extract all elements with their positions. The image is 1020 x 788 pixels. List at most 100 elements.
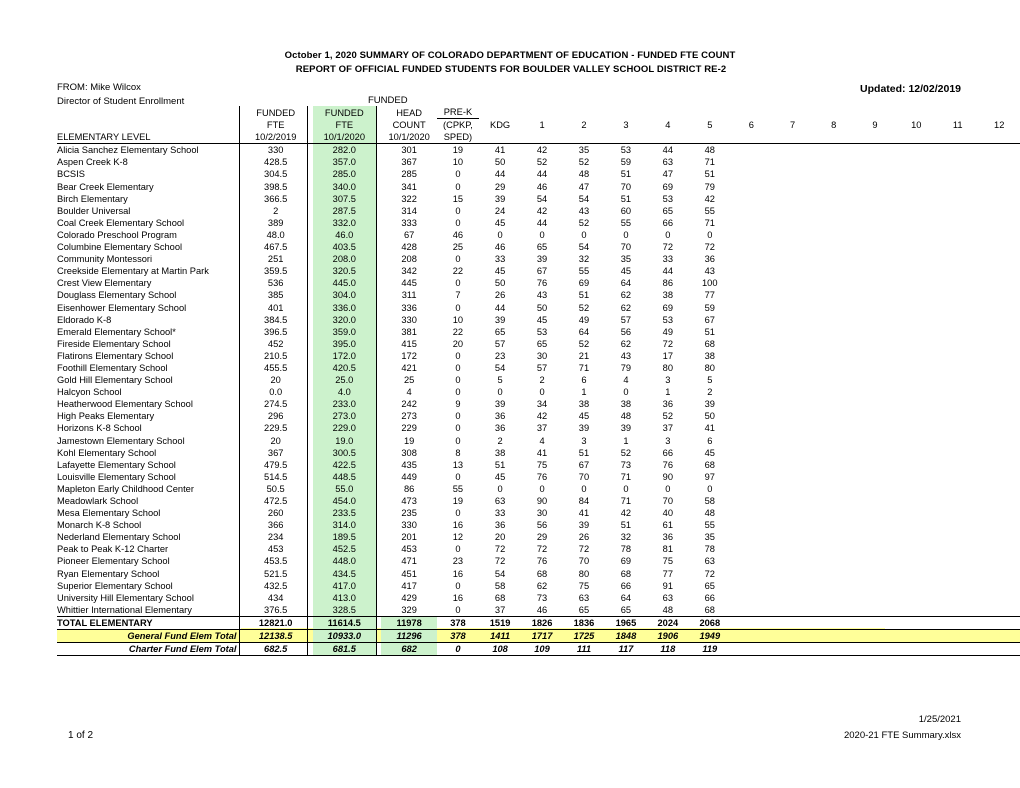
table-row: Bear Creek Elementary 398.5 340.0 341 0 29 46 4… xyxy=(57,180,1020,193)
pre-k: 9 xyxy=(455,399,461,410)
grade-3: 71 xyxy=(620,471,632,482)
grade-2: 32 xyxy=(578,254,590,265)
total-grade-11 xyxy=(937,642,979,657)
grade-5: 55 xyxy=(704,205,715,216)
total-grade-3: 117 xyxy=(604,642,647,657)
grade-11 xyxy=(937,362,978,374)
fte-2020: 19.0 xyxy=(312,434,376,447)
fte-2020: 282.0 xyxy=(312,143,376,157)
school-name: Coal Creek Elementary School xyxy=(57,217,185,228)
head-count: 235 xyxy=(401,508,417,519)
total-row: Charter Fund Elem Total 682.5 681.5 682 0 108… xyxy=(57,642,1020,657)
grade-6 xyxy=(731,447,772,459)
grade-11 xyxy=(937,471,978,483)
grade-12 xyxy=(978,568,1020,580)
table-row: Fireside Elementary School 452 395.0 415 20 5… xyxy=(57,337,1020,350)
grade-11 xyxy=(937,144,978,157)
grade-1: 76 xyxy=(536,278,548,289)
grade-2: 65 xyxy=(578,604,590,615)
grade-0: 50 xyxy=(494,278,506,289)
total-pre-k: 0 xyxy=(436,642,480,657)
grade-3: 70 xyxy=(620,242,632,253)
grade-6 xyxy=(731,168,772,180)
grade-6 xyxy=(731,205,772,217)
fte-2019: 296 xyxy=(267,411,284,422)
grade-2: 63 xyxy=(578,592,590,603)
school-name: Douglass Elementary School xyxy=(57,290,177,301)
school-name: Community Montessori xyxy=(57,254,153,265)
header-prek-l2: (CPKP, xyxy=(443,120,473,131)
grade-2: 75 xyxy=(578,580,590,591)
grade-9 xyxy=(854,338,895,350)
fte-2020: 434.5 xyxy=(312,567,376,580)
grade-7 xyxy=(772,543,813,555)
grade-7 xyxy=(772,459,813,471)
grade-10 xyxy=(896,156,937,168)
total-pre-k: 378 xyxy=(436,615,480,631)
grade-5: 65 xyxy=(704,580,715,591)
grade-10 xyxy=(896,386,937,398)
header-fte19-l3: 10/2/2019 xyxy=(244,131,308,145)
grade-5: 2 xyxy=(707,387,713,398)
grade-12 xyxy=(978,459,1020,471)
grade-8 xyxy=(813,289,854,301)
pre-k: 0 xyxy=(455,435,461,446)
grade-2: 45 xyxy=(578,411,590,422)
grade-11 xyxy=(937,459,978,471)
head-count: 453 xyxy=(401,544,417,555)
grade-4: 33 xyxy=(662,254,674,265)
grade-9 xyxy=(854,362,895,374)
header-headcount-l1: HEAD xyxy=(396,107,423,118)
fte-2019: 234 xyxy=(267,532,284,543)
total-grade-11 xyxy=(937,615,979,631)
grade-6 xyxy=(731,144,772,157)
grade-5: 45 xyxy=(704,447,715,458)
head-count: 451 xyxy=(401,568,417,579)
grade-9 xyxy=(854,386,895,398)
grade-6 xyxy=(731,156,772,168)
total-grade-2: 111 xyxy=(563,642,605,657)
head-count: 449 xyxy=(401,471,417,482)
grade-1: 57 xyxy=(536,362,548,373)
grade-1: 44 xyxy=(536,169,548,180)
grade-9 xyxy=(854,241,895,253)
grade-7 xyxy=(772,447,813,459)
grade-10 xyxy=(896,459,937,471)
grade-12 xyxy=(978,144,1020,157)
grade-1: 75 xyxy=(536,459,548,470)
header-fte20-l1: FUNDED xyxy=(312,106,376,119)
table-row: BCSIS 304.5 285.0 285 0 44 44 48 51 47 51 xyxy=(57,168,1020,181)
table-row: Aspen Creek K-8 428.5 357.0 367 10 50 52 52 59 63… xyxy=(57,156,1020,169)
fte-2019: 20 xyxy=(270,375,281,386)
report-title-block: October 1, 2020 SUMMARY OF COLORADO DEPA… xyxy=(0,49,1020,77)
grade-7 xyxy=(772,265,813,277)
table-row: Superior Elementary School 432.5 417.0 417 0… xyxy=(57,579,1020,592)
grade-11 xyxy=(937,435,978,447)
grade-0: 33 xyxy=(494,254,506,265)
fte-2020: 285.0 xyxy=(312,168,376,181)
grade-12 xyxy=(978,205,1020,217)
grade-8 xyxy=(813,181,854,193)
grade-7 xyxy=(772,410,813,422)
school-name: Louisville Elementary School xyxy=(57,471,176,482)
grade-8 xyxy=(813,350,854,362)
head-count: 415 xyxy=(401,338,417,349)
funded-group-label: FUNDED xyxy=(368,95,408,106)
grade-6 xyxy=(731,555,772,567)
grade-11 xyxy=(937,543,978,555)
grade-1: 0 xyxy=(539,483,545,494)
table-row: University Hill Elementary School 434 413.… xyxy=(57,591,1020,604)
table-body: Alicia Sanchez Elementary School 330 282.0… xyxy=(57,143,1020,657)
total-grade-10 xyxy=(895,615,937,631)
grade-6 xyxy=(731,459,772,471)
grade-11 xyxy=(937,531,978,543)
grade-9 xyxy=(854,495,895,507)
total-grade-1: 1717 xyxy=(521,629,563,644)
grade-8 xyxy=(813,422,854,434)
pre-k: 0 xyxy=(455,604,461,615)
grade-0: 33 xyxy=(494,508,506,519)
grade-8 xyxy=(813,326,854,338)
grade-1: 42 xyxy=(536,145,548,156)
header-grade-11: 11 xyxy=(952,120,963,131)
head-count: 25 xyxy=(403,375,415,386)
